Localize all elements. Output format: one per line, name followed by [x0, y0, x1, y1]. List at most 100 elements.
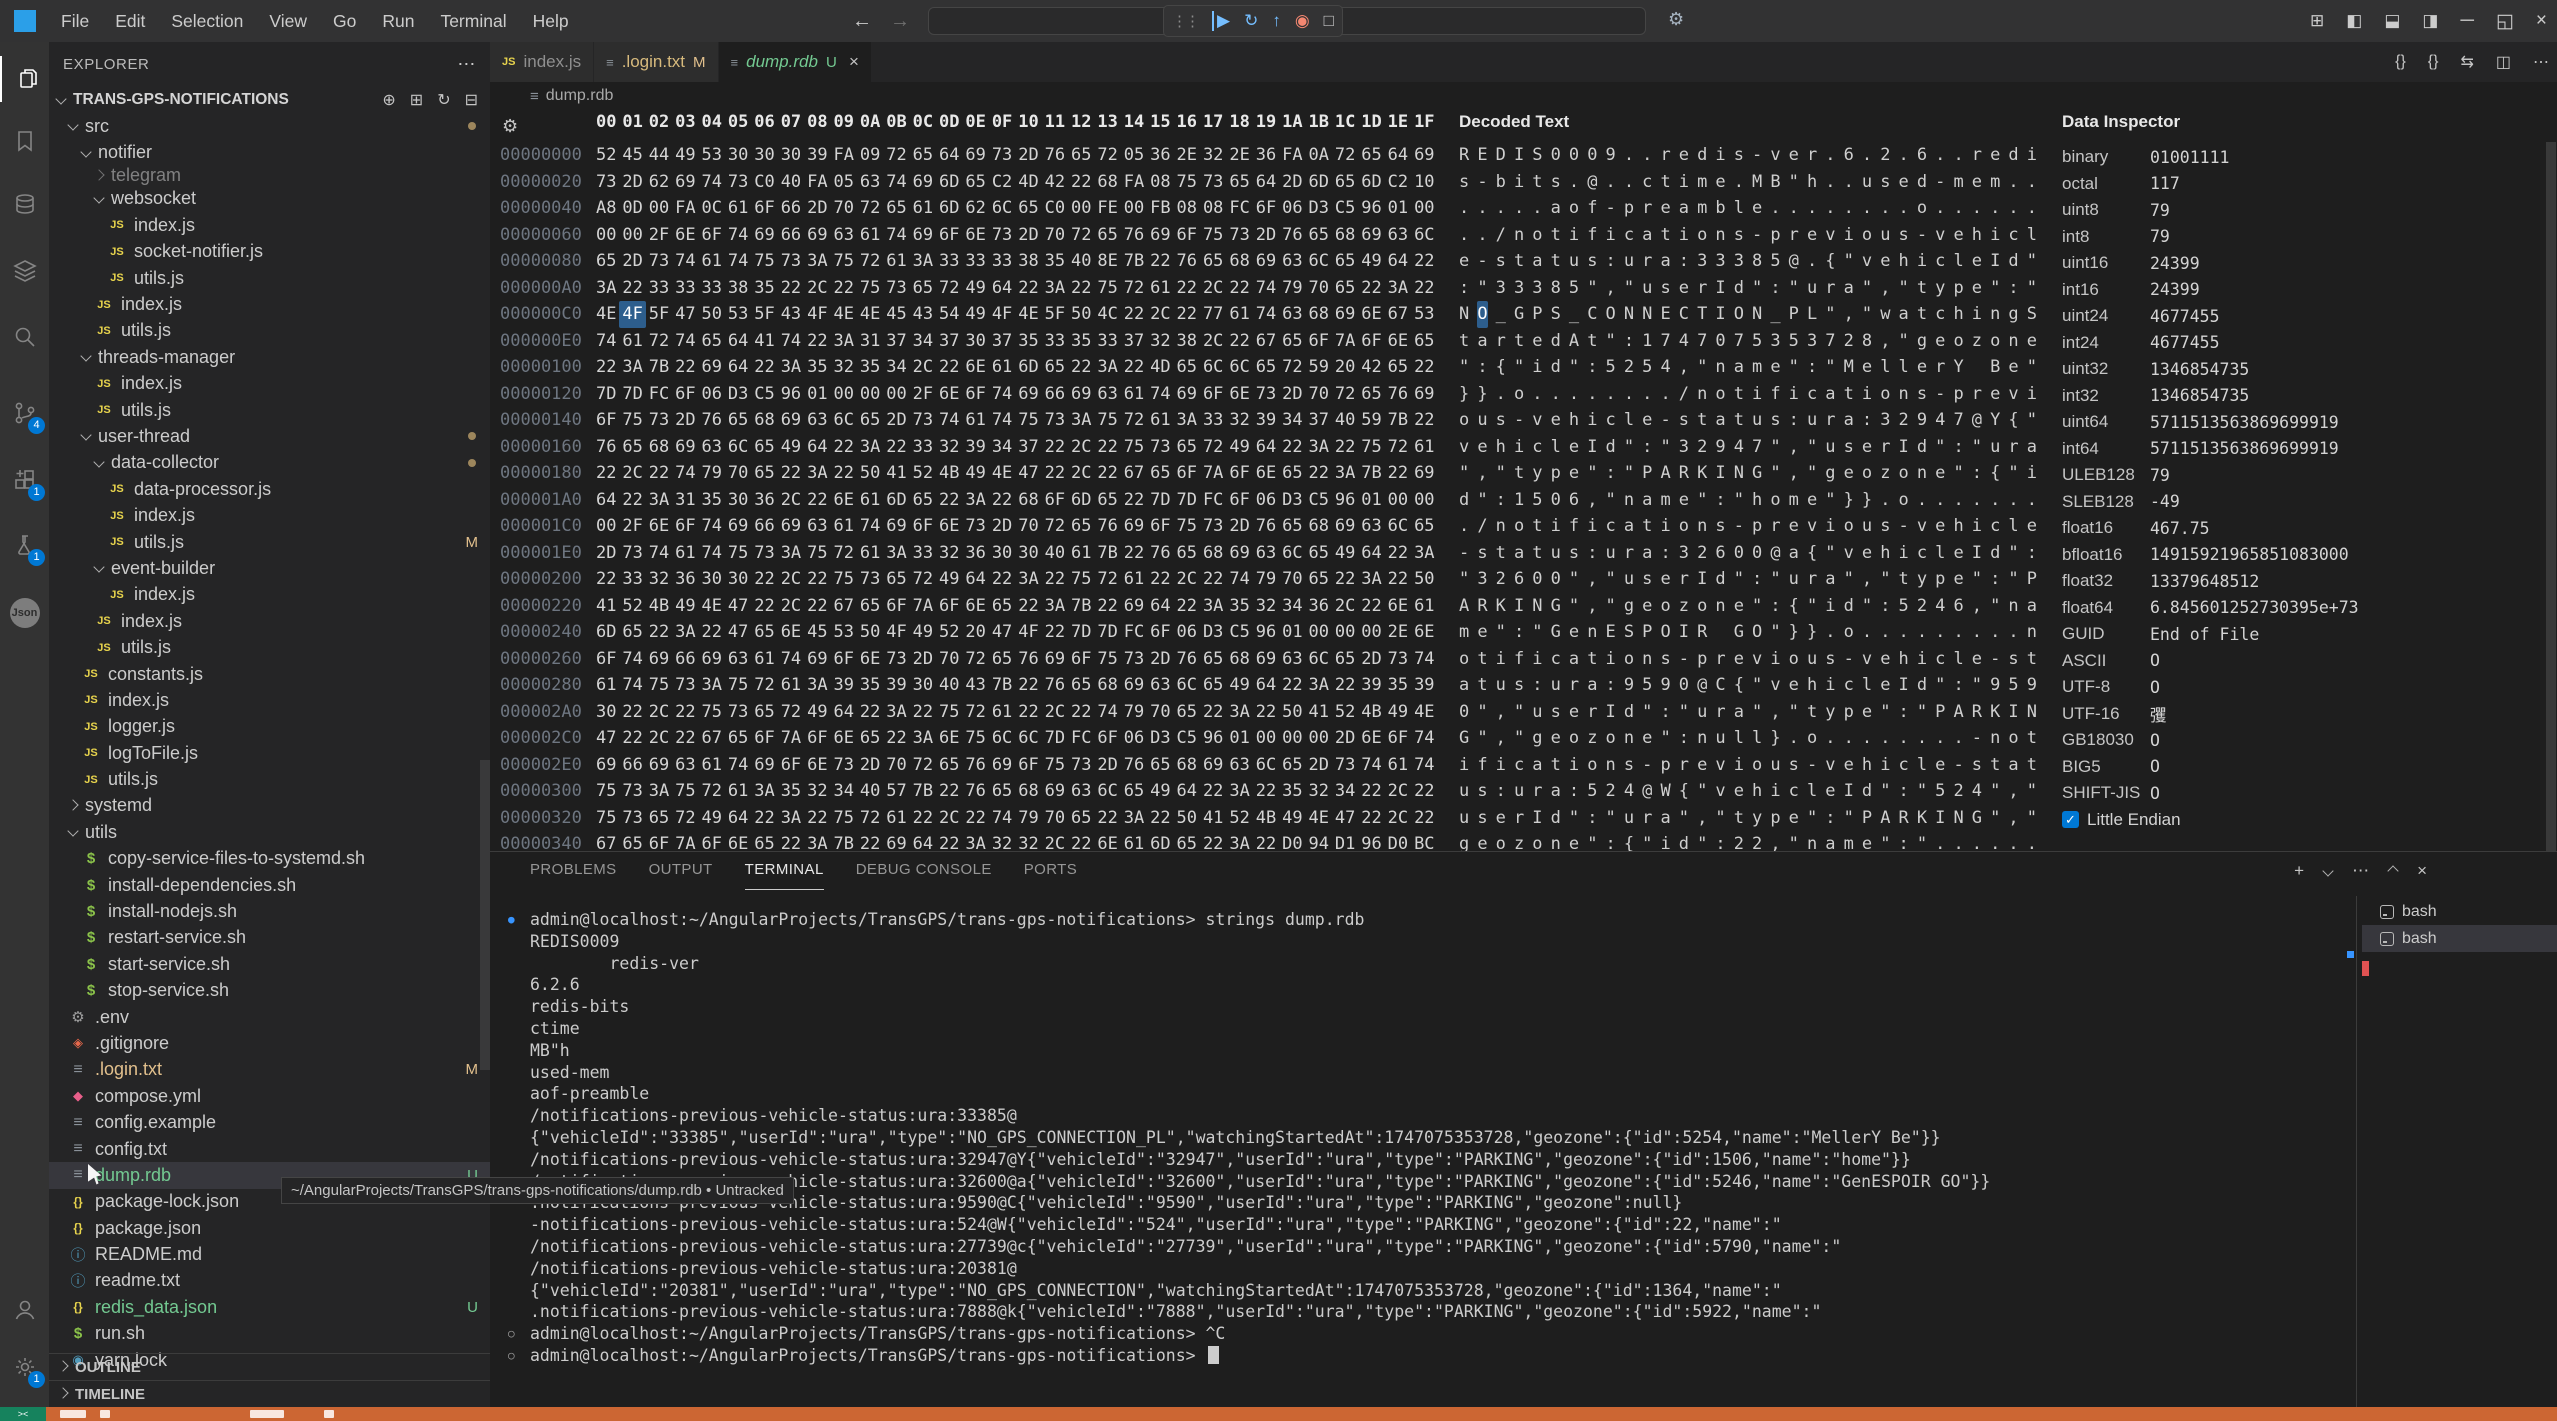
hex-byte[interactable]: 69	[883, 513, 909, 540]
tree-item-index.js[interactable]: JSindex.js	[49, 502, 490, 528]
hex-byte[interactable]: 79	[1015, 805, 1041, 832]
hex-byte[interactable]: 73	[1042, 407, 1068, 434]
hex-byte[interactable]: 65	[646, 805, 672, 832]
hex-byte[interactable]: 76	[1385, 381, 1411, 408]
hex-byte[interactable]: 3A	[751, 778, 777, 805]
hex-byte[interactable]: 65	[1121, 778, 1147, 805]
hex-byte[interactable]: 08	[1174, 195, 1200, 222]
decoded-text[interactable]: ./notifications-previous-vehicle	[1459, 513, 2045, 540]
hex-byte[interactable]: 4B	[646, 593, 672, 620]
decoded-text[interactable]: ":{"id":5254,"name":"MellerY Be"	[1459, 354, 2045, 381]
hex-byte[interactable]: 65	[1094, 487, 1120, 514]
hex-byte[interactable]: 39	[1253, 407, 1279, 434]
hex-byte[interactable]: 76	[1094, 513, 1120, 540]
hex-byte[interactable]: 49	[804, 699, 830, 726]
hex-byte[interactable]: 22	[593, 354, 619, 381]
hex-byte[interactable]: 68	[1226, 646, 1252, 673]
hex-byte[interactable]: 2D	[619, 248, 645, 275]
hex-byte[interactable]: 22	[989, 566, 1015, 593]
hex-byte[interactable]: 2D	[1015, 222, 1041, 249]
hex-byte[interactable]: 22	[1121, 540, 1147, 567]
command-decoration-icon[interactable]: ○	[508, 1323, 515, 1345]
hex-byte[interactable]: 69	[1411, 460, 1437, 487]
hex-byte[interactable]: 49	[1358, 248, 1384, 275]
hex-byte[interactable]: 76	[1042, 672, 1068, 699]
hex-byte[interactable]: 96	[1332, 487, 1358, 514]
hex-byte[interactable]: 65	[1332, 646, 1358, 673]
hex-byte[interactable]: 72	[1094, 566, 1120, 593]
hex-byte[interactable]: 69	[672, 169, 698, 196]
menu-file[interactable]: File	[48, 0, 102, 42]
hex-byte[interactable]: 79	[699, 460, 725, 487]
tree-item-config.txt[interactable]: ≡config.txt	[49, 1136, 490, 1162]
hex-byte[interactable]: 74	[699, 540, 725, 567]
more-actions-icon[interactable]: ⋯	[2352, 861, 2369, 881]
decoded-text[interactable]: tartedAt":1747075353728,"geozone	[1459, 328, 2045, 355]
hex-byte[interactable]: 65	[883, 566, 909, 593]
hex-byte[interactable]: C0	[751, 169, 777, 196]
hex-byte[interactable]: 22	[1015, 275, 1041, 302]
terminal-dropdown-icon[interactable]	[2322, 865, 2333, 876]
hex-byte[interactable]: 36	[1253, 142, 1279, 169]
hex-byte[interactable]: 2C	[804, 275, 830, 302]
hex-byte[interactable]: 63	[1358, 513, 1384, 540]
hex-byte[interactable]: 70	[1147, 699, 1173, 726]
hex-byte[interactable]: 2C	[646, 699, 672, 726]
hex-byte[interactable]: 6C	[1094, 778, 1120, 805]
hex-byte[interactable]: 0A	[1306, 142, 1332, 169]
hex-byte[interactable]: D3	[1279, 487, 1305, 514]
tree-item-src[interactable]: src	[49, 113, 490, 139]
tree-item-event-builder[interactable]: event-builder	[49, 555, 490, 581]
hex-byte[interactable]: 32	[1200, 142, 1226, 169]
hex-byte[interactable]: 06	[1279, 195, 1305, 222]
hex-byte[interactable]: 49	[1226, 434, 1252, 461]
tree-item-.login.txt[interactable]: ≡.login.txtM	[49, 1057, 490, 1083]
hex-byte[interactable]: 7B	[989, 672, 1015, 699]
hex-byte[interactable]: 65	[1411, 513, 1437, 540]
hex-byte[interactable]: 4C	[1094, 301, 1120, 328]
hex-byte[interactable]: 00	[1121, 195, 1147, 222]
hex-byte[interactable]: 3A	[1385, 275, 1411, 302]
hex-byte[interactable]: 2D	[1094, 752, 1120, 779]
hex-byte[interactable]: 66	[751, 513, 777, 540]
hex-byte[interactable]: 65	[1279, 328, 1305, 355]
hex-byte[interactable]: 7D	[1068, 619, 1094, 646]
hex-byte[interactable]: 65	[910, 142, 936, 169]
hex-byte[interactable]: 65	[1385, 354, 1411, 381]
tree-item-utils.js[interactable]: JSutils.jsM	[49, 529, 490, 555]
hex-byte[interactable]: 72	[910, 752, 936, 779]
hex-byte[interactable]: 64	[804, 434, 830, 461]
hex-byte[interactable]: 68	[1094, 169, 1120, 196]
hex-byte[interactable]: 6E	[962, 222, 988, 249]
hex-byte[interactable]: 30	[910, 672, 936, 699]
hex-byte[interactable]: 2E	[1174, 142, 1200, 169]
hex-byte[interactable]: 7B	[646, 354, 672, 381]
hex-byte[interactable]: 61	[831, 513, 857, 540]
hex-byte[interactable]: 64	[593, 487, 619, 514]
hex-byte[interactable]: 68	[1094, 672, 1120, 699]
hex-byte[interactable]: 52	[936, 619, 962, 646]
hex-byte[interactable]: 6F	[883, 593, 909, 620]
hex-byte[interactable]: 61	[699, 752, 725, 779]
hex-byte[interactable]: 4F	[804, 301, 830, 328]
hex-byte[interactable]: 6F	[1015, 752, 1041, 779]
tree-item-package.json[interactable]: {}package.json	[49, 1215, 490, 1241]
hex-byte[interactable]: 33	[672, 275, 698, 302]
hex-byte[interactable]: 76	[1279, 222, 1305, 249]
hex-byte[interactable]: 34	[1279, 407, 1305, 434]
hex-byte[interactable]: 6E	[1358, 301, 1384, 328]
hex-byte[interactable]: 7B	[1094, 540, 1120, 567]
hex-byte[interactable]: 34	[910, 328, 936, 355]
hex-byte[interactable]: 76	[699, 407, 725, 434]
hex-byte[interactable]: 49	[672, 593, 698, 620]
hex-byte[interactable]: 96	[778, 381, 804, 408]
hex-byte[interactable]: 74	[857, 513, 883, 540]
hex-byte[interactable]: 72	[1279, 354, 1305, 381]
hex-byte[interactable]: 36	[962, 540, 988, 567]
restore-icon[interactable]: ◱	[2496, 10, 2514, 33]
hex-byte[interactable]: 52	[910, 460, 936, 487]
hex-byte[interactable]: 3A	[910, 725, 936, 752]
hex-byte[interactable]: 5F	[751, 301, 777, 328]
hex-byte[interactable]: 65	[1015, 195, 1041, 222]
hex-byte[interactable]: 61	[1385, 752, 1411, 779]
